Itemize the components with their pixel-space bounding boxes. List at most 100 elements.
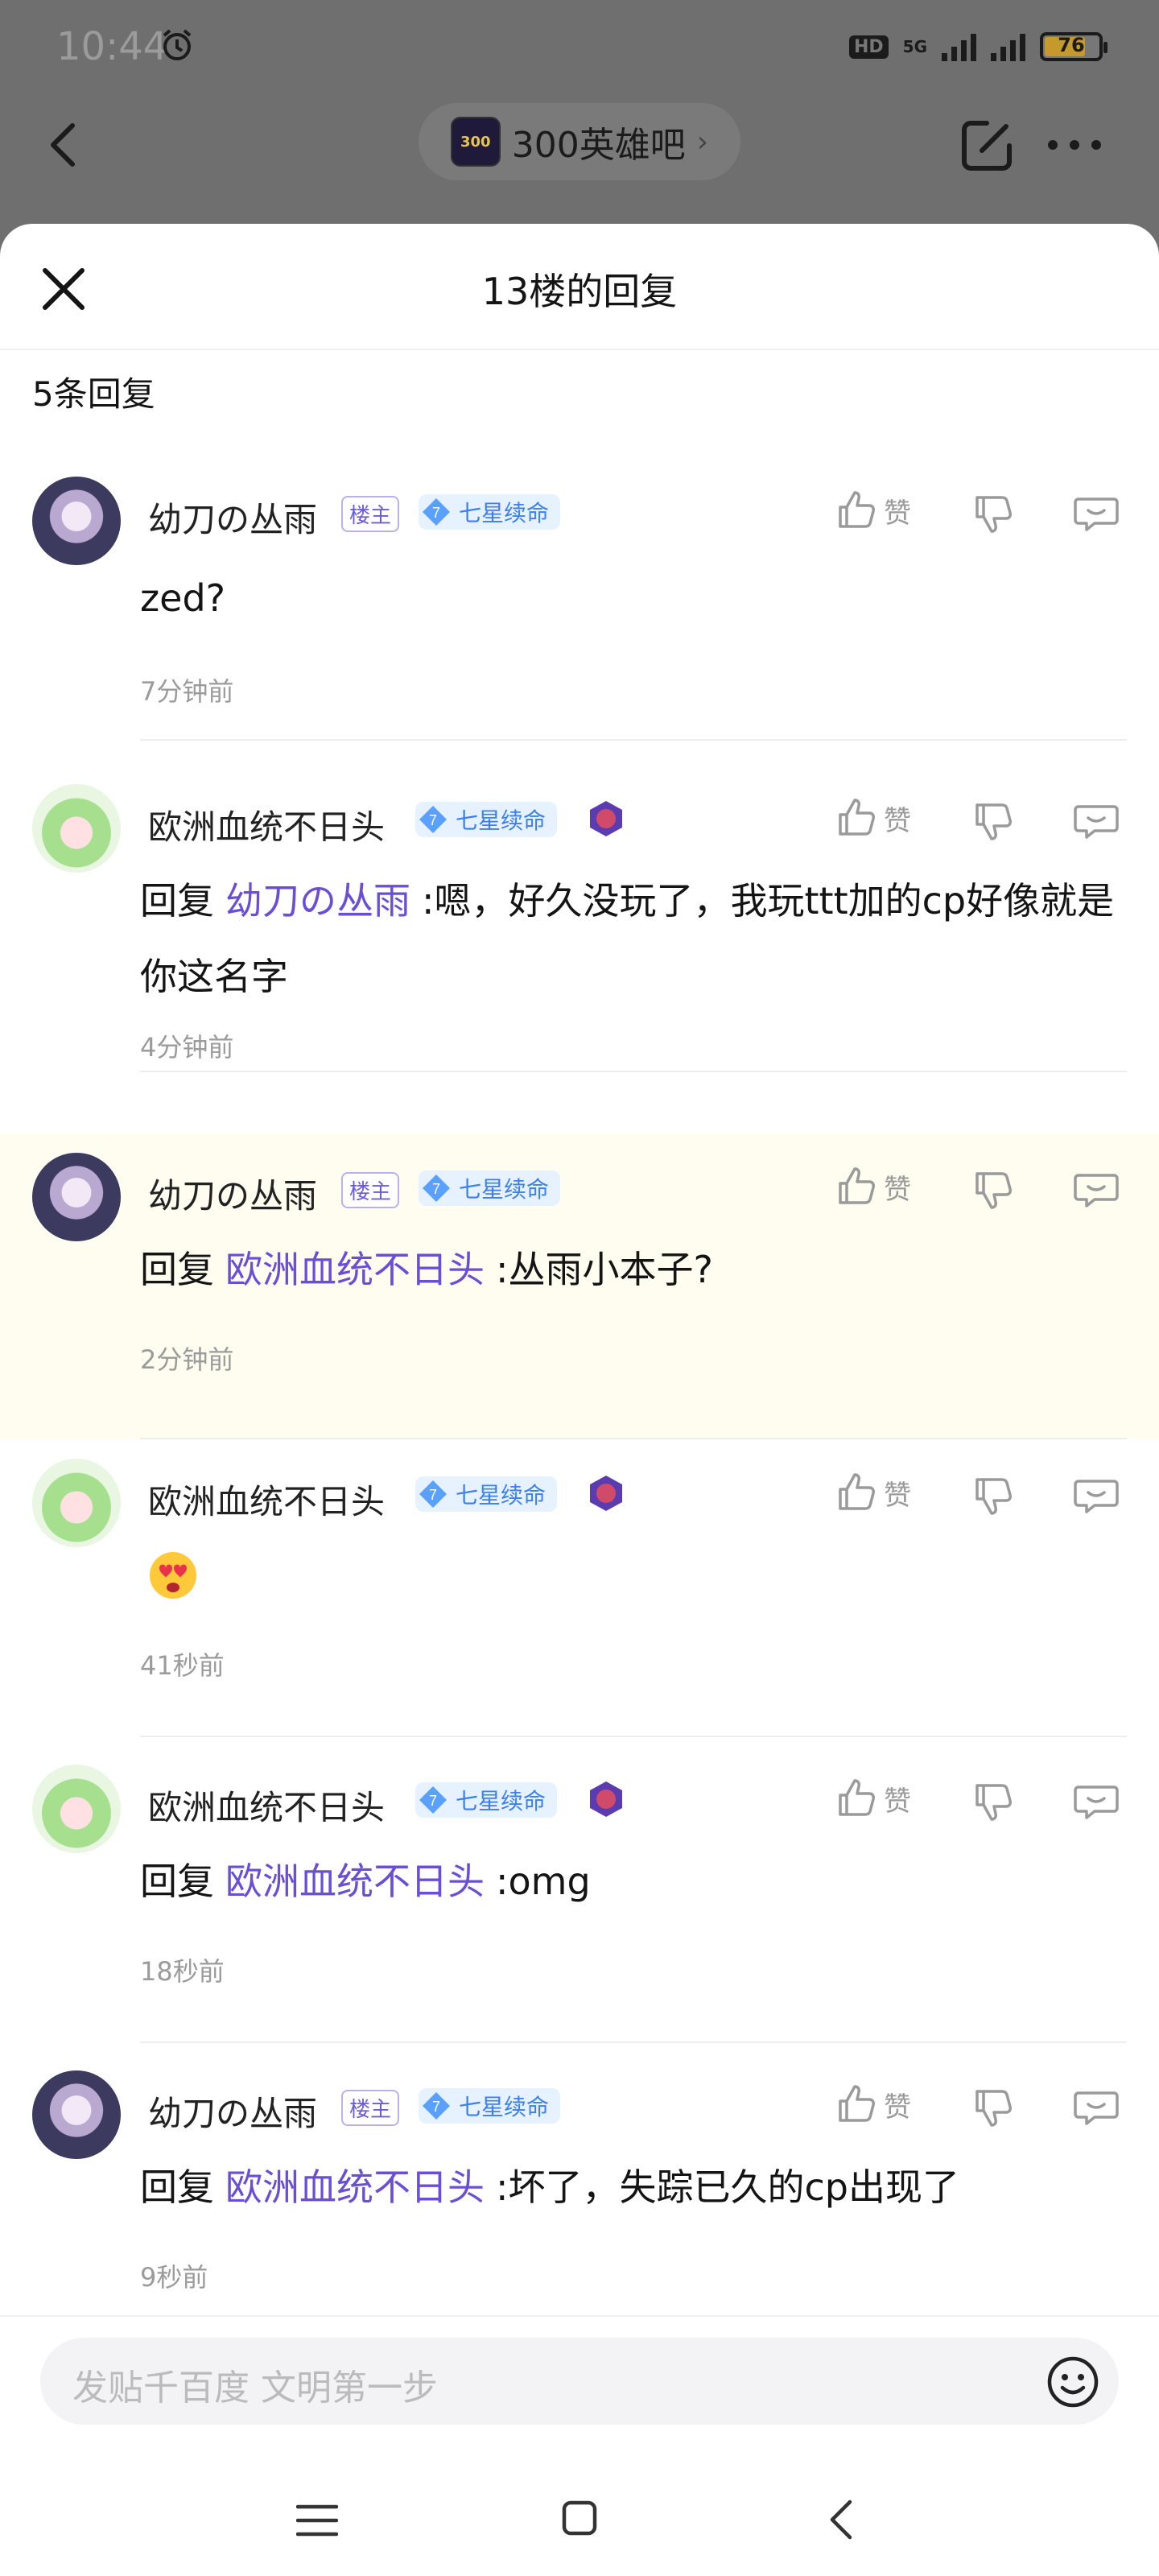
level-title: 七星续命 (456, 807, 547, 834)
username[interactable]: 幼刀の丛雨 (148, 1169, 317, 1218)
divider (140, 1736, 1127, 1737)
emoji-icon[interactable] (1046, 2355, 1099, 2409)
comment-input-bar: 发贴千百度 文明第一步 (0, 2315, 1159, 2429)
divider (140, 739, 1127, 741)
level-gem-icon: 7 (415, 1476, 451, 1512)
reply-item: 幼刀の丛雨 楼主 7 七星续命 赞 回复 欧洲血统不日头:坏了，失踪已久的cp出现… (0, 2051, 1159, 2317)
reply-item: 欧洲血统不日头 7 七星续命 赞 41秒前 (0, 1439, 1159, 1745)
mention-link[interactable]: 欧洲血统不日头 (225, 1248, 485, 1291)
replies-sheet: 13楼的回复 5条回复 幼刀の丛雨 楼主 7 七星续命 赞 zed? 7分钟前 … (0, 224, 1159, 2576)
signal-icon (942, 32, 976, 61)
reply-time: 2分钟前 (140, 1344, 234, 1375)
reply-actions: 赞 (835, 1166, 1133, 1214)
avatar[interactable] (32, 784, 121, 873)
like-button[interactable]: 赞 (835, 1777, 911, 1819)
thumbs-down-icon[interactable] (972, 493, 1014, 535)
level-gem-icon: 7 (415, 1782, 451, 1818)
reply-actions: 赞 (835, 489, 1133, 538)
thumbs-down-icon[interactable] (972, 1169, 1014, 1211)
hero-badge-icon (590, 1781, 622, 1817)
username[interactable]: 幼刀の丛雨 (148, 2087, 317, 2136)
input-placeholder: 发贴千百度 文明第一步 (72, 2368, 438, 2409)
level-title: 七星续命 (459, 1176, 550, 1203)
svg-text:7: 7 (429, 812, 437, 828)
nav-back-icon[interactable] (829, 2499, 853, 2541)
menu-icon[interactable] (296, 2504, 338, 2537)
username[interactable]: 幼刀の丛雨 (148, 493, 317, 542)
thumbs-down-icon[interactable] (972, 1781, 1014, 1823)
reply-count: 5条回复 (32, 374, 155, 414)
thumbs-up-icon (839, 1779, 875, 1816)
level-gem-icon: 7 (419, 2088, 454, 2124)
thumbs-up-icon (839, 491, 875, 528)
reply-item: 欧洲血统不日头 7 七星续命 赞 回复 欧洲血统不日头:omg 18秒前 (0, 1745, 1159, 2051)
mention-link[interactable]: 幼刀の丛雨 (225, 879, 410, 923)
home-icon[interactable] (562, 2500, 597, 2536)
reply-actions: 赞 (835, 2083, 1133, 2132)
avatar[interactable] (32, 1153, 121, 1241)
thumbs-up-icon (839, 799, 875, 836)
comment-icon[interactable] (1074, 800, 1119, 842)
like-button[interactable]: 赞 (835, 1166, 911, 1208)
level-badge: 7 七星续命 (419, 2088, 561, 2124)
svg-text:7: 7 (429, 1487, 437, 1503)
edit-post-icon[interactable] (958, 117, 1016, 175)
comment-icon[interactable] (1074, 1169, 1119, 1211)
level-badge: 7 七星续命 (415, 802, 558, 837)
divider (140, 1071, 1127, 1072)
username[interactable]: 欧洲血统不日头 (148, 800, 385, 849)
thumbs-down-icon[interactable] (972, 800, 1014, 842)
system-nav-bar (0, 2447, 1159, 2576)
level-gem-icon: 7 (419, 494, 454, 530)
like-button[interactable]: 赞 (835, 1472, 911, 1513)
like-button[interactable]: 赞 (835, 489, 911, 531)
divider (140, 2041, 1127, 2043)
reply-item-highlighted: 幼刀の丛雨 楼主 7 七星续命 赞 回复 欧洲血统不日头:丛雨小本子? 2分钟前 (0, 1133, 1159, 1439)
level-gem-icon: 7 (415, 802, 451, 837)
chevron-right-icon: › (696, 125, 709, 159)
reply-content: zed? (140, 576, 226, 620)
level-badge: 7 七星续命 (415, 1782, 558, 1818)
comment-icon[interactable] (1074, 493, 1119, 535)
heart-eyes-emoji-icon (150, 1552, 196, 1599)
thumbs-down-icon[interactable] (972, 2087, 1014, 2128)
reply-actions: 赞 (835, 1777, 1133, 1826)
reply-time: 18秒前 (140, 1956, 225, 1987)
avatar[interactable] (32, 1459, 121, 1547)
avatar[interactable] (32, 1765, 121, 1853)
svg-text:7: 7 (432, 2099, 440, 2115)
comment-icon[interactable] (1074, 1781, 1119, 1823)
hero-badge-icon (590, 801, 622, 836)
comment-input[interactable]: 发贴千百度 文明第一步 (40, 2338, 1119, 2425)
avatar[interactable] (32, 2070, 121, 2159)
status-bar: 10:44 HD 5G 76 (0, 0, 1159, 97)
username[interactable]: 欧洲血统不日头 (148, 1475, 385, 1524)
svg-text:7: 7 (432, 505, 440, 521)
username[interactable]: 欧洲血统不日头 (148, 1781, 385, 1830)
hero-badge-icon (590, 1476, 622, 1511)
thumbs-down-icon[interactable] (972, 1475, 1014, 1517)
reply-time: 7分钟前 (140, 676, 234, 707)
owner-tag: 楼主 (341, 2090, 400, 2126)
forum-pill[interactable]: 300 300英雄吧 › (419, 103, 740, 180)
reply-item: 幼刀の丛雨 楼主 7 七星续命 赞 zed? 7分钟前 (0, 457, 1159, 763)
mention-link[interactable]: 欧洲血统不日头 (225, 1860, 485, 1903)
alarm-icon (163, 29, 192, 60)
network-type: 5G (902, 37, 927, 56)
reply-content: 回复 欧洲血统不日头:坏了，失踪已久的cp出现了 (140, 2165, 959, 2209)
back-icon[interactable] (40, 121, 89, 169)
hd-icon: HD (848, 35, 889, 59)
avatar[interactable] (32, 477, 121, 565)
sheet-header: 13楼的回复 (0, 224, 1159, 350)
more-icon[interactable] (1046, 135, 1103, 155)
comment-icon[interactable] (1074, 2087, 1119, 2128)
level-title: 七星续命 (456, 1482, 547, 1509)
reply-item: 欧洲血统不日头 7 七星续命 赞 回复 幼刀の丛雨:嗯，好久没玩了，我玩ttt加的… (0, 765, 1159, 1072)
like-button[interactable]: 赞 (835, 2083, 911, 2125)
mention-link[interactable]: 欧洲血统不日头 (225, 2165, 485, 2209)
reply-actions: 赞 (835, 797, 1133, 845)
comment-icon[interactable] (1074, 1475, 1119, 1517)
reply-content: 回复 幼刀の丛雨:嗯，好久没玩了，我玩ttt加的cp好像就是你这名字 (140, 879, 1115, 998)
like-button[interactable]: 赞 (835, 797, 911, 839)
sheet-title: 13楼的回复 (481, 270, 678, 313)
